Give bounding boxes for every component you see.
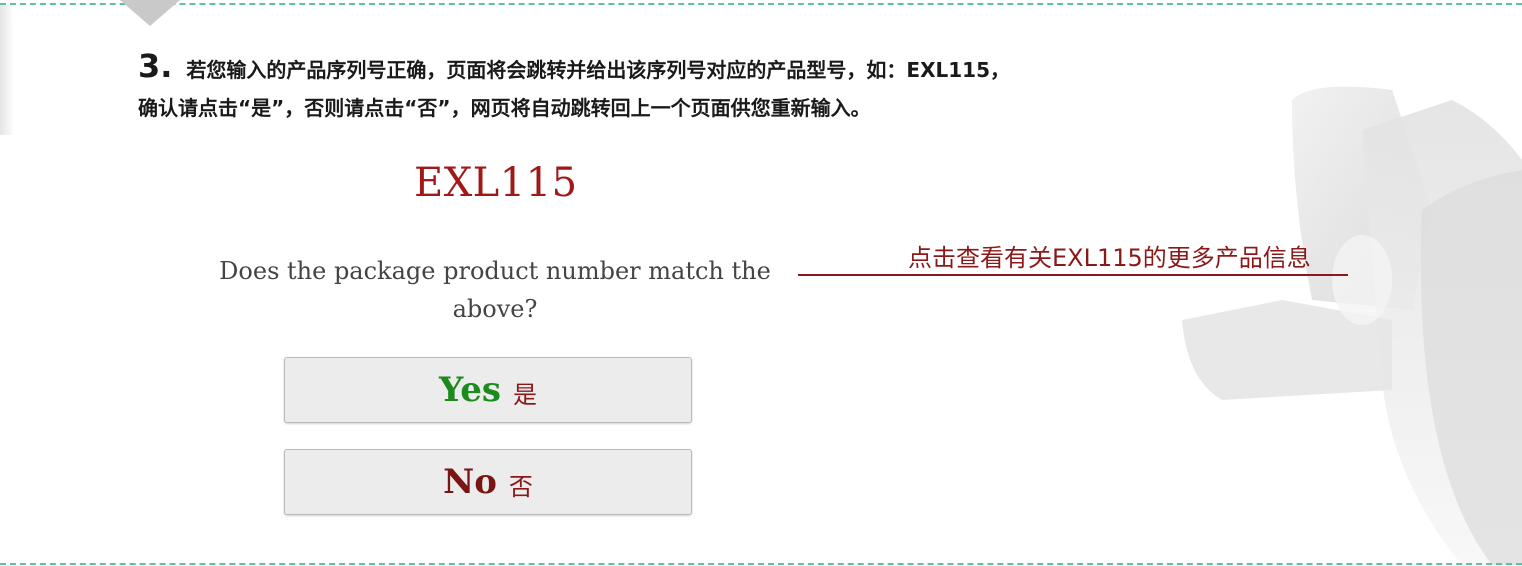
no-button[interactable]: No 否 xyxy=(284,449,692,515)
bottom-dashed-divider xyxy=(0,563,1522,565)
product-background-image xyxy=(1182,86,1522,565)
no-button-label: No xyxy=(443,462,497,502)
step-heading: 3. 若您输入的产品序列号正确，页面将会跳转并给出该序列号对应的产品型号，如：EX… xyxy=(138,46,1010,90)
yes-button-chinese-label: 是 xyxy=(513,380,538,409)
top-dashed-divider xyxy=(0,3,1522,5)
product-model-name: EXL115 xyxy=(414,160,578,206)
step-number: 3. xyxy=(138,47,173,85)
left-decorative-shade xyxy=(0,5,14,135)
down-arrow-icon xyxy=(120,0,180,26)
step-instruction-line1: 若您输入的产品序列号正确，页面将会跳转并给出该序列号对应的产品型号，如：EXL1… xyxy=(186,58,1010,82)
callout-underline xyxy=(798,274,1348,276)
more-product-info-link[interactable]: 点击查看有关EXL115的更多产品信息 xyxy=(908,238,1311,273)
step-instruction-line2: 确认请点击“是”，否则请点击“否”，网页将自动跳转回上一个页面供您重新输入。 xyxy=(138,96,871,120)
no-button-chinese-label: 否 xyxy=(508,472,533,501)
confirmation-question: Does the package product number match th… xyxy=(219,257,771,323)
yes-button[interactable]: Yes 是 xyxy=(284,357,692,423)
yes-button-label: Yes xyxy=(438,370,502,410)
